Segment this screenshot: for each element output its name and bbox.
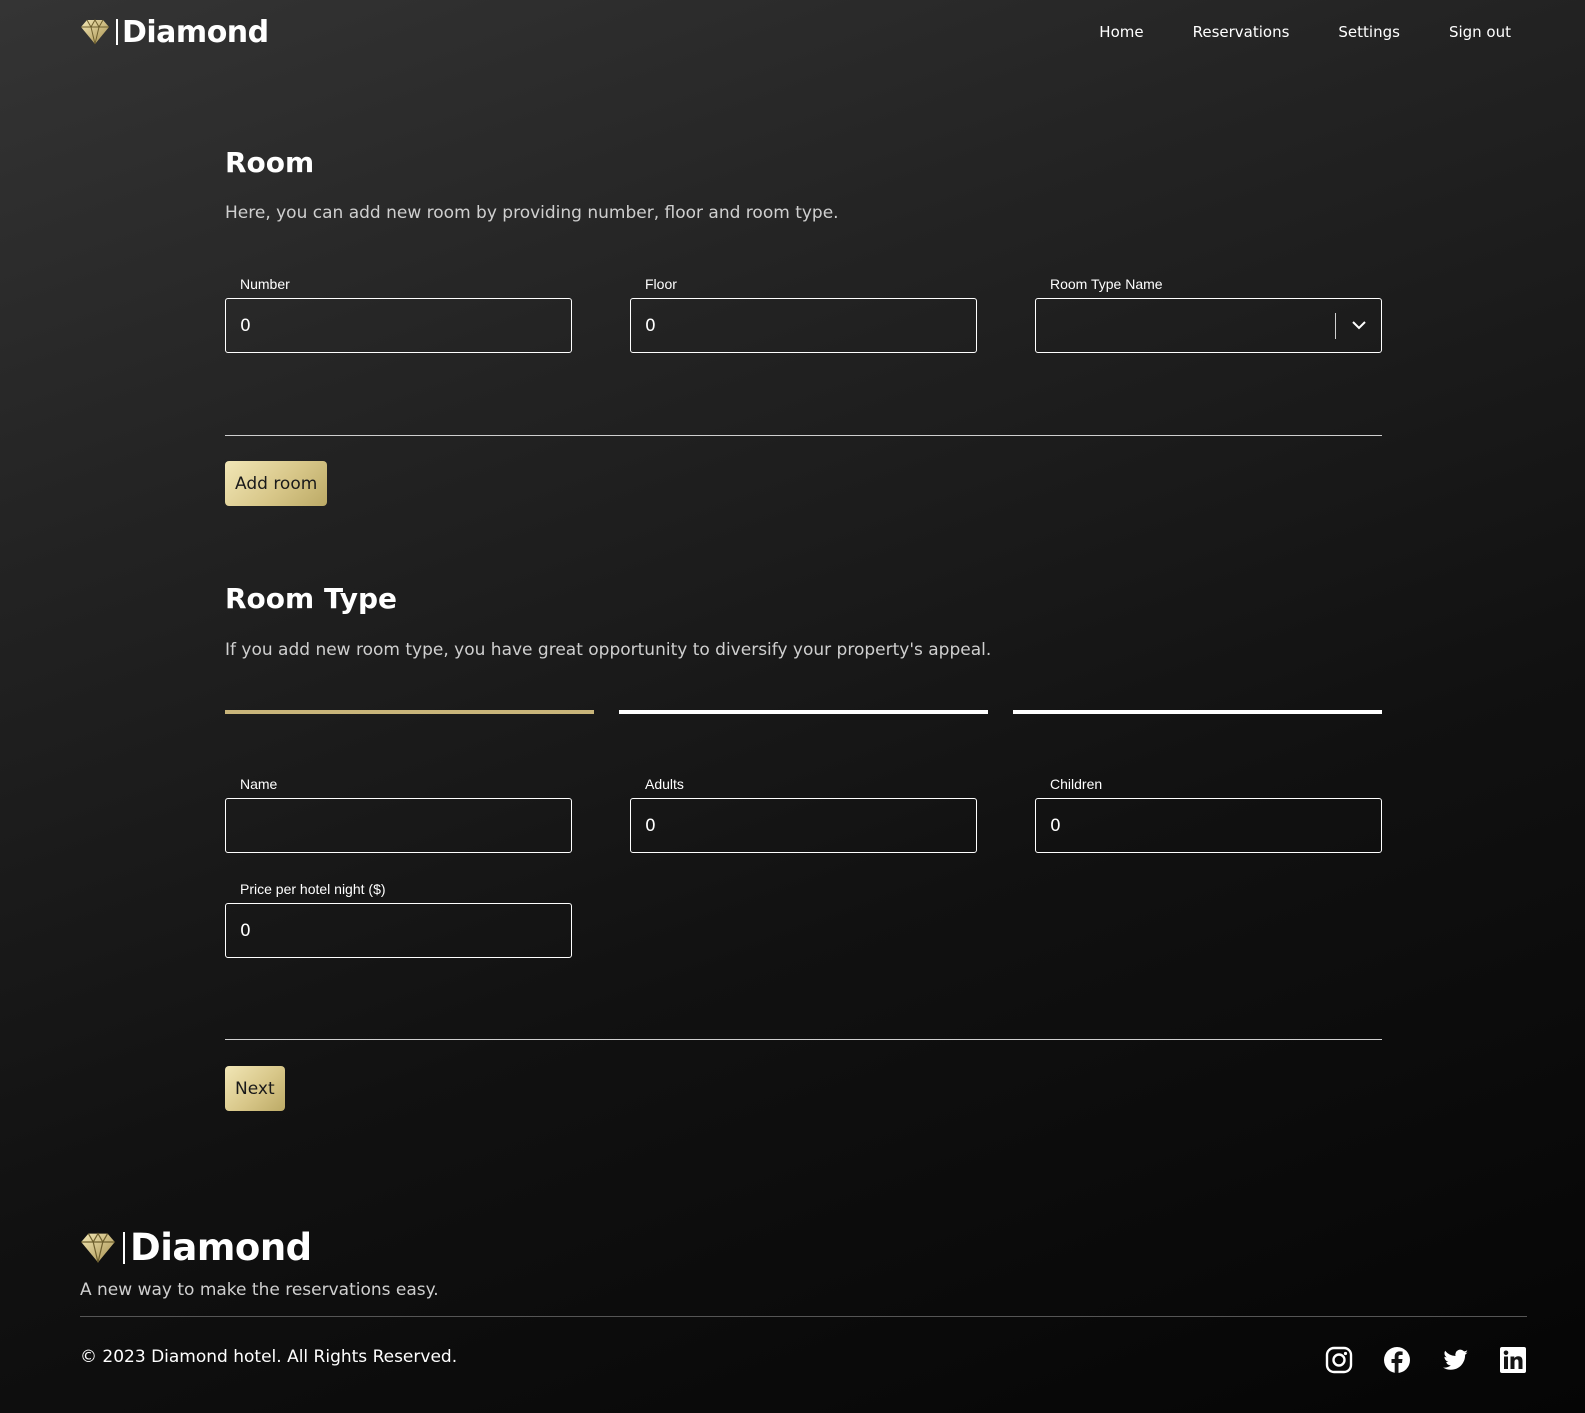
footer-tagline: A new way to make the reservations easy.: [80, 1280, 439, 1300]
room-type-divider: [225, 1039, 1382, 1040]
step-indicator-2: [619, 710, 988, 714]
step-indicator-3: [1013, 710, 1382, 714]
room-floor-input[interactable]: 0: [630, 298, 977, 353]
room-number-input[interactable]: 0: [225, 298, 572, 353]
adults-input[interactable]: 0: [630, 798, 977, 853]
room-floor-field: Floor 0: [630, 276, 977, 353]
linkedin-icon[interactable]: [1499, 1346, 1527, 1374]
social-links: [1295, 1346, 1527, 1374]
diamond-icon: [81, 19, 109, 45]
room-type-name-field: Room Type Name: [1035, 276, 1382, 353]
diamond-icon: [81, 1231, 115, 1263]
room-floor-label: Floor: [645, 276, 677, 292]
top-header: Diamond Home Reservations Settings Sign …: [80, 0, 1511, 64]
children-input[interactable]: 0: [1035, 798, 1382, 853]
children-field: Children 0: [1035, 776, 1382, 853]
room-type-name-label: Room Type Name: [1050, 276, 1163, 292]
facebook-icon[interactable]: [1383, 1346, 1411, 1374]
room-divider: [225, 435, 1382, 436]
brand-logo[interactable]: Diamond: [80, 15, 269, 50]
room-type-name-input[interactable]: [225, 798, 572, 853]
room-type-name-input-label: Name: [240, 776, 278, 792]
step-indicator-1: [225, 710, 594, 714]
room-type-section-title: Room Type: [225, 582, 398, 615]
room-type-name-select[interactable]: [1035, 298, 1382, 353]
chevron-down-icon[interactable]: [1336, 321, 1381, 330]
room-type-section-description: If you add new room type, you have great…: [225, 640, 992, 660]
room-number-label: Number: [240, 276, 290, 292]
twitter-icon[interactable]: [1441, 1346, 1469, 1374]
nav-settings[interactable]: Settings: [1338, 23, 1400, 41]
nav-reservations[interactable]: Reservations: [1193, 23, 1290, 41]
instagram-icon[interactable]: [1325, 1346, 1353, 1374]
room-type-name-input-field: Name: [225, 776, 572, 853]
price-field: Price per hotel night ($) 0: [225, 881, 572, 958]
nav-sign-out[interactable]: Sign out: [1449, 23, 1511, 41]
room-number-field: Number 0: [225, 276, 572, 353]
room-section-title: Room: [225, 146, 315, 179]
price-label: Price per hotel night ($): [240, 881, 386, 897]
main-nav: Home Reservations Settings Sign out: [1050, 23, 1511, 41]
footer-divider: [80, 1316, 1527, 1317]
room-section-description: Here, you can add new room by providing …: [225, 203, 839, 223]
add-room-button[interactable]: Add room: [225, 461, 328, 506]
nav-home[interactable]: Home: [1099, 23, 1143, 41]
brand-divider: [116, 19, 118, 45]
next-button[interactable]: Next: [225, 1066, 285, 1111]
brand-divider: [123, 1231, 125, 1264]
adults-label: Adults: [645, 776, 684, 792]
adults-field: Adults 0: [630, 776, 977, 853]
brand-name: Diamond: [122, 14, 269, 50]
price-input[interactable]: 0: [225, 903, 572, 958]
copyright-text: © 2023 Diamond hotel. All Rights Reserve…: [80, 1347, 458, 1367]
children-label: Children: [1050, 776, 1103, 792]
footer-brand-name: Diamond: [130, 1226, 312, 1269]
footer-brand-logo: Diamond: [80, 1226, 312, 1269]
